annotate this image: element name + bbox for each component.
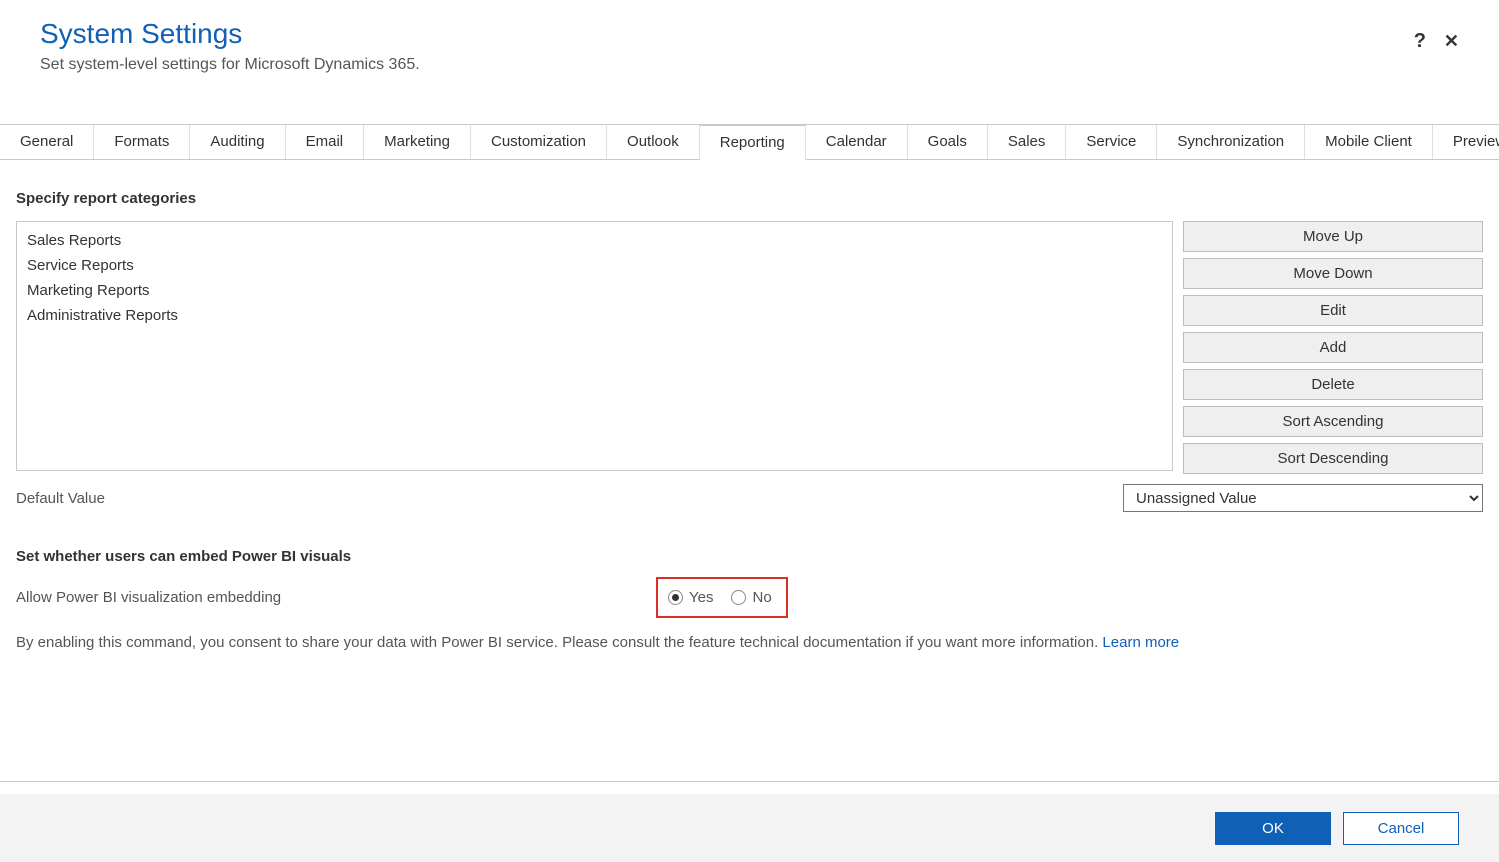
tab-auditing[interactable]: Auditing: [190, 125, 285, 159]
default-value-label: Default Value: [16, 490, 105, 507]
category-item[interactable]: Sales Reports: [17, 228, 1172, 253]
category-item[interactable]: Administrative Reports: [17, 303, 1172, 328]
sort-descending-button[interactable]: Sort Descending: [1183, 443, 1483, 474]
move-down-button[interactable]: Move Down: [1183, 258, 1483, 289]
tab-general[interactable]: General: [0, 125, 94, 159]
page-subtitle: Set system-level settings for Microsoft …: [40, 56, 1459, 74]
consent-text-body: By enabling this command, you consent to…: [16, 634, 1102, 651]
tab-formats[interactable]: Formats: [94, 125, 190, 159]
report-categories-heading: Specify report categories: [16, 190, 1483, 207]
radio-icon: [731, 590, 746, 605]
delete-button[interactable]: Delete: [1183, 369, 1483, 400]
radio-icon: [668, 590, 683, 605]
header-controls: ? ✕: [1414, 30, 1459, 53]
powerbi-yes-radio[interactable]: Yes: [668, 589, 713, 606]
default-value-select[interactable]: Unassigned Value: [1123, 484, 1483, 512]
tab-service[interactable]: Service: [1066, 125, 1157, 159]
add-button[interactable]: Add: [1183, 332, 1483, 363]
dialog-header: System Settings Set system-level setting…: [0, 0, 1499, 74]
tab-reporting[interactable]: Reporting: [700, 124, 806, 161]
tab-synchronization[interactable]: Synchronization: [1157, 125, 1305, 159]
powerbi-no-radio[interactable]: No: [731, 589, 771, 606]
cancel-button[interactable]: Cancel: [1343, 812, 1459, 845]
help-icon[interactable]: ?: [1414, 30, 1426, 53]
tab-marketing[interactable]: Marketing: [364, 125, 471, 159]
report-categories-list[interactable]: Sales Reports Service Reports Marketing …: [16, 221, 1173, 471]
tab-customization[interactable]: Customization: [471, 125, 607, 159]
powerbi-section: Set whether users can embed Power BI vis…: [16, 548, 1483, 653]
tab-previews[interactable]: Previews: [1433, 125, 1499, 159]
default-value-row: Default Value Unassigned Value: [16, 484, 1483, 512]
tab-calendar[interactable]: Calendar: [806, 125, 908, 159]
radio-yes-label: Yes: [689, 589, 713, 606]
footer-divider: [0, 781, 1499, 782]
powerbi-heading: Set whether users can embed Power BI vis…: [16, 548, 1483, 565]
tabs-bar: General Formats Auditing Email Marketing…: [0, 124, 1499, 160]
powerbi-radio-group: Yes No: [656, 577, 788, 618]
content-area: Specify report categories Sales Reports …: [0, 160, 1499, 653]
tab-goals[interactable]: Goals: [908, 125, 988, 159]
radio-no-label: No: [752, 589, 771, 606]
category-item[interactable]: Marketing Reports: [17, 278, 1172, 303]
tab-email[interactable]: Email: [286, 125, 365, 159]
category-item[interactable]: Service Reports: [17, 253, 1172, 278]
close-icon[interactable]: ✕: [1444, 31, 1459, 52]
dialog-footer: OK Cancel: [0, 794, 1499, 862]
tab-mobile-client[interactable]: Mobile Client: [1305, 125, 1433, 159]
tab-outlook[interactable]: Outlook: [607, 125, 700, 159]
powerbi-embedding-label: Allow Power BI visualization embedding: [16, 589, 656, 606]
powerbi-consent-text: By enabling this command, you consent to…: [16, 632, 1483, 653]
page-title: System Settings: [40, 18, 1459, 50]
category-buttons-panel: Move Up Move Down Edit Add Delete Sort A…: [1183, 221, 1483, 474]
move-up-button[interactable]: Move Up: [1183, 221, 1483, 252]
powerbi-row: Allow Power BI visualization embedding Y…: [16, 577, 1483, 618]
edit-button[interactable]: Edit: [1183, 295, 1483, 326]
sort-ascending-button[interactable]: Sort Ascending: [1183, 406, 1483, 437]
learn-more-link[interactable]: Learn more: [1102, 634, 1179, 651]
report-categories-row: Sales Reports Service Reports Marketing …: [16, 221, 1483, 474]
ok-button[interactable]: OK: [1215, 812, 1331, 845]
report-categories-section: Specify report categories Sales Reports …: [16, 190, 1483, 512]
tab-sales[interactable]: Sales: [988, 125, 1067, 159]
